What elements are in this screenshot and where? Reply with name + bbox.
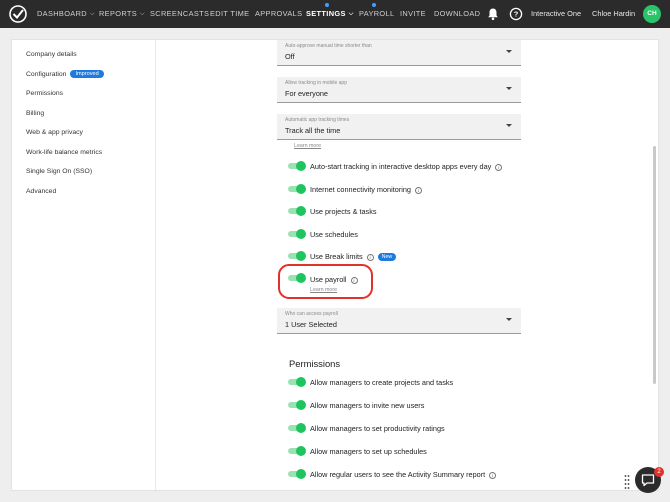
perm-productivity-toggle[interactable] [288,423,306,433]
highlight-annotation [278,264,373,299]
info-icon[interactable]: i [366,254,374,261]
perm-create-projects-label: Allow managers to create projects and ta… [310,378,454,387]
top-navbar: DASHBOARD ⌵ REPORTS ⌵ SCREENCASTS EDIT TIM… [0,0,670,28]
select-value: Off [285,52,295,61]
app-logo-icon[interactable] [9,5,27,23]
nav-reports[interactable]: REPORTS ⌵ [99,0,145,28]
mobile-tracking-select[interactable]: Allow tracking in mobile app For everyon… [277,77,521,103]
dropdown-arrow-icon [506,318,512,321]
schedules-label: Use schedules [310,230,358,239]
sidebar-item-advanced[interactable]: Advanced [26,188,56,195]
break-limits-label: Use Break limits i New [310,252,397,261]
chevron-down-icon: ⌵ [89,11,95,17]
perm-activity-summary-toggle[interactable] [288,469,306,479]
sidebar-item-billing[interactable]: Billing [26,110,44,117]
schedules-toggle[interactable] [288,229,306,239]
select-label: Who can access payroll [285,311,338,317]
nav-approvals[interactable]: APPROVALS [255,0,302,28]
auto-approve-select[interactable]: Auto-approve manual time shorter than Of… [277,40,521,66]
auto-start-toggle[interactable] [288,161,306,171]
perm-activity-summary-label: Allow regular users to see the Activity … [310,470,497,479]
improved-badge: Improved [70,70,104,78]
select-label: Allow tracking in mobile app [285,80,347,86]
help-icon[interactable]: ? [509,7,523,21]
settings-sidebar: Company details Configuration Improved Pe… [12,40,156,492]
dropdown-arrow-icon [506,124,512,127]
scrollbar[interactable] [653,146,656,384]
info-icon[interactable]: i [489,472,497,479]
nav-screencasts[interactable]: SCREENCASTS [150,0,209,28]
new-badge: New [377,253,397,261]
perm-create-projects-toggle[interactable] [288,377,306,387]
chat-unread-badge: 2 [654,467,664,477]
sidebar-item-company-details[interactable]: Company details [26,51,77,58]
permissions-section-title: Permissions [289,358,341,369]
info-icon[interactable]: i [495,164,503,171]
nav-settings[interactable]: SETTINGS ⌵ [306,0,354,28]
select-value: Track all the time [285,126,341,135]
info-icon[interactable]: i [415,187,422,194]
app-tracking-select[interactable]: Automatic app tracking times Track all t… [277,114,521,140]
svg-text:?: ? [514,10,519,19]
perm-schedules-toggle[interactable] [288,446,306,456]
select-value: For everyone [285,89,328,98]
perm-invite-users-label: Allow managers to invite new users [310,401,425,410]
dropdown-arrow-icon [506,50,512,53]
chevron-down-icon: ⌵ [140,11,145,17]
sidebar-item-label: Configuration [26,71,67,78]
auto-start-label: Auto-start tracking in interactive deskt… [310,162,503,171]
select-label: Automatic app tracking times [285,117,350,123]
company-switcher[interactable]: Interactive One [531,0,581,28]
nav-edit-time[interactable]: EDIT TIME [210,0,249,28]
user-name[interactable]: Chloe Hardin [592,0,635,28]
learn-more-link[interactable]: Learn more [294,143,321,149]
sidebar-item-web-app-privacy[interactable]: Web & app privacy [26,129,83,136]
select-value: 1 User Selected [285,320,337,329]
break-limits-toggle[interactable] [288,251,306,261]
select-label: Auto-approve manual time shorter than [285,43,372,49]
drag-handle-icon[interactable] [624,474,630,490]
chevron-down-icon: ⌵ [348,11,354,17]
sidebar-item-configuration[interactable]: Configuration Improved [26,70,104,78]
dropdown-arrow-icon [506,87,512,90]
perm-schedules-label: Allow managers to set up schedules [310,447,427,456]
sidebar-item-sso[interactable]: Single Sign On (SSO) [26,168,92,175]
payroll-access-select[interactable]: Who can access payroll 1 User Selected [277,308,521,334]
connectivity-toggle[interactable] [288,184,306,194]
bell-icon[interactable] [486,7,500,21]
nav-payroll[interactable]: PAYROLL [359,0,394,28]
projects-tasks-toggle[interactable] [288,206,306,216]
nav-download[interactable]: DOWNLOAD [434,0,480,28]
avatar[interactable]: CH [643,5,661,23]
nav-invite[interactable]: INVITE [400,0,426,28]
sidebar-item-work-life-balance[interactable]: Work-life balance metrics [26,149,102,156]
perm-invite-users-toggle[interactable] [288,400,306,410]
projects-tasks-label: Use projects & tasks [310,207,377,216]
nav-dashboard[interactable]: DASHBOARD ⌵ [37,0,95,28]
sidebar-item-permissions[interactable]: Permissions [26,90,63,97]
perm-productivity-label: Allow managers to set productivity ratin… [310,424,445,433]
connectivity-label: Internet connectivity monitoring i [310,185,422,194]
